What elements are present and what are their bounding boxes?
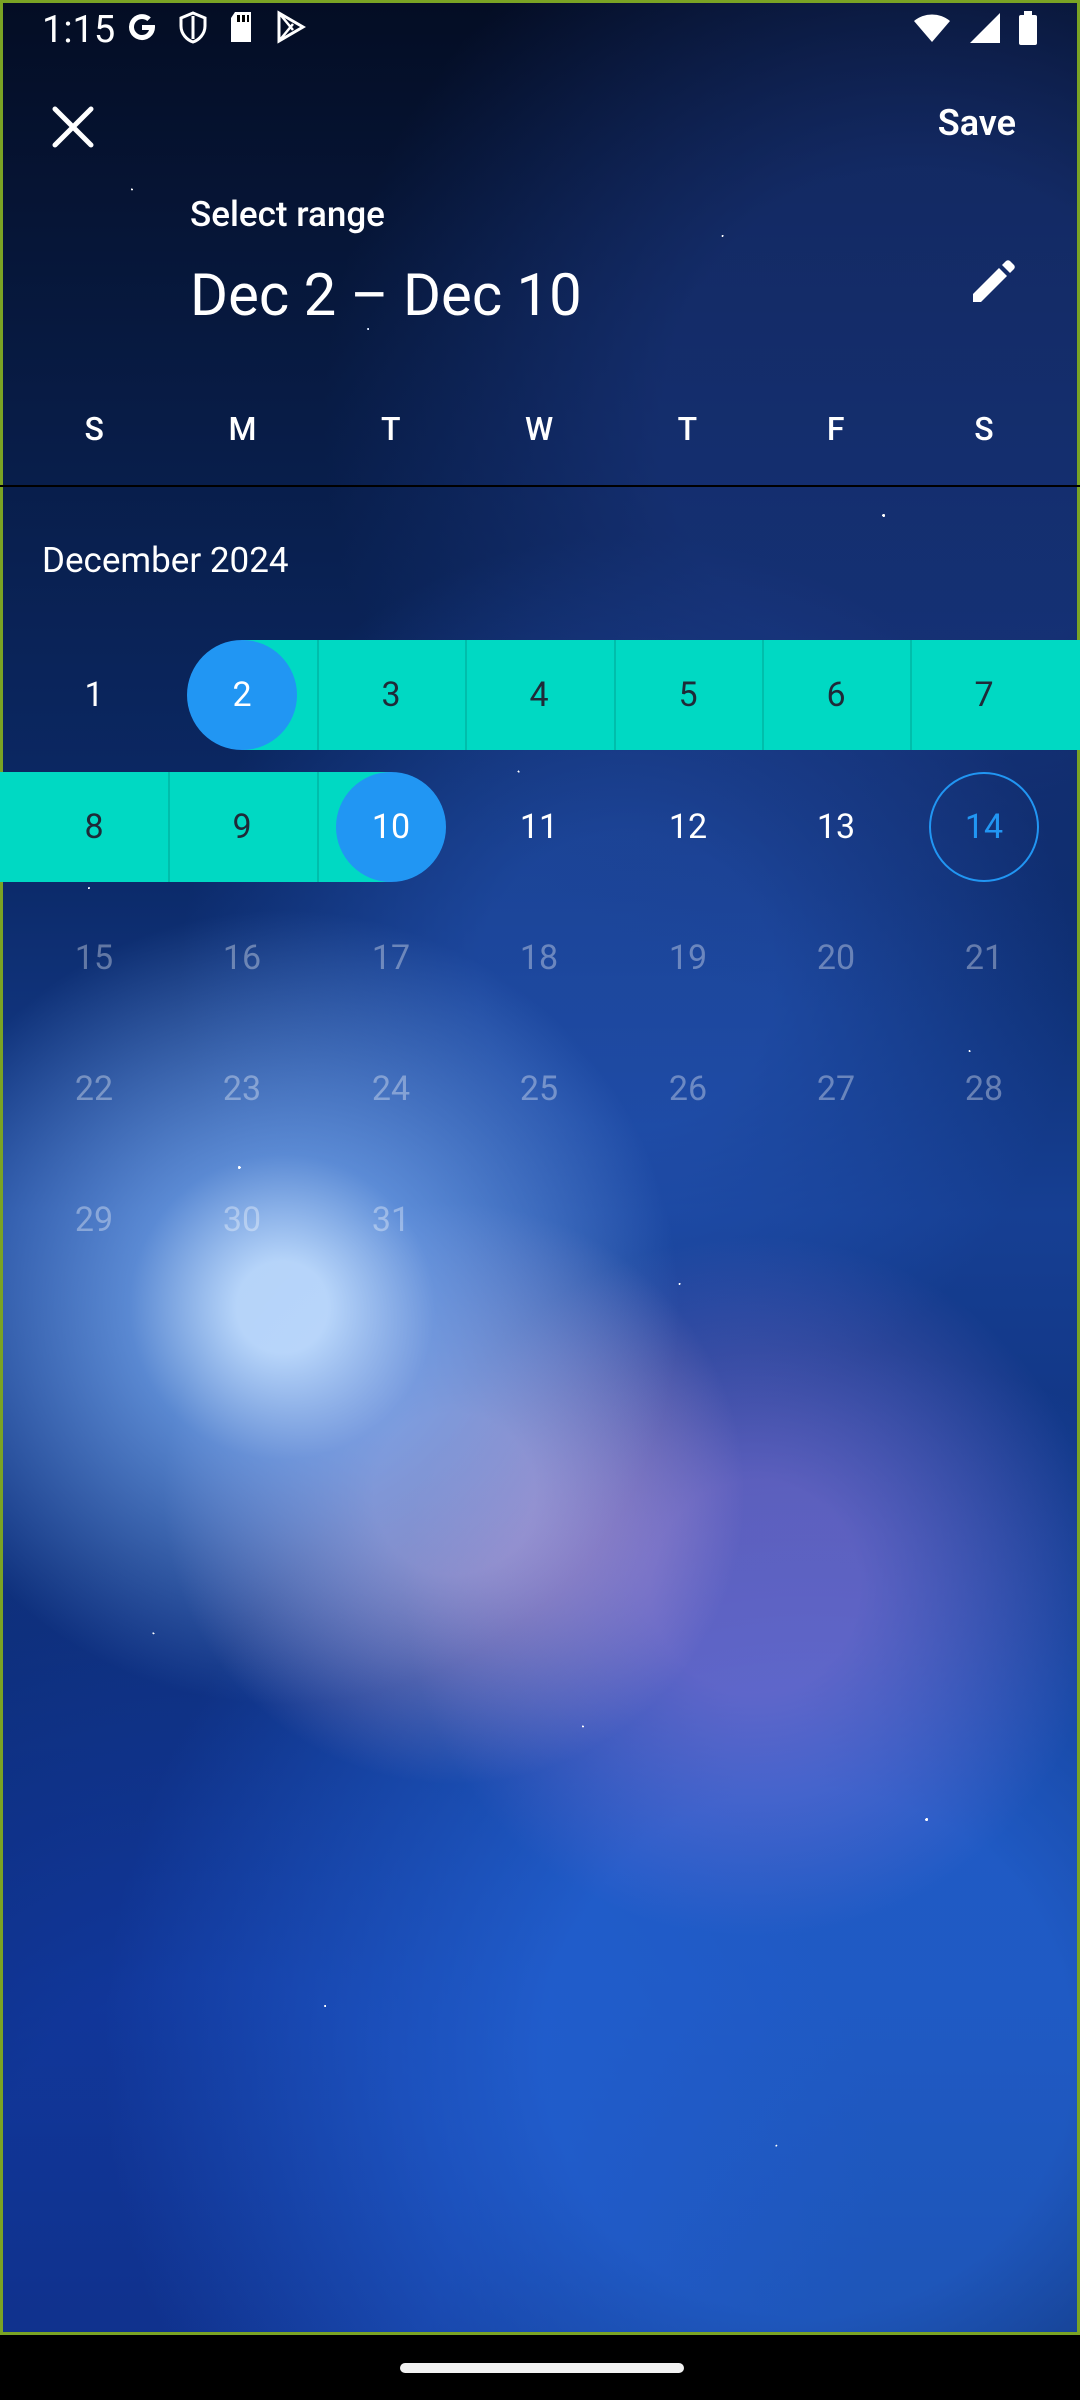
day-in-range[interactable]: 4 bbox=[484, 640, 594, 750]
range-cell-separator bbox=[316, 640, 319, 750]
day-cell[interactable]: 17 bbox=[336, 903, 446, 1013]
day-cell[interactable]: 12 bbox=[633, 772, 743, 882]
day-cell[interactable]: 27 bbox=[781, 1034, 891, 1144]
day-range-end[interactable]: 10 bbox=[336, 772, 446, 882]
day-cell[interactable]: 22 bbox=[39, 1034, 149, 1144]
day-cell[interactable]: 13 bbox=[781, 772, 891, 882]
day-cell[interactable]: 30 bbox=[187, 1165, 297, 1275]
range-cell-separator bbox=[613, 640, 616, 750]
day-cell[interactable]: 11 bbox=[484, 772, 594, 882]
range-cell-separator bbox=[910, 640, 912, 750]
range-cell-separator bbox=[168, 772, 170, 882]
day-cell[interactable]: 25 bbox=[484, 1034, 594, 1144]
range-cell-separator bbox=[465, 640, 467, 750]
day-today[interactable]: 14 bbox=[929, 772, 1039, 882]
calendar-grid: 1 2 3 4 5 6 7 8 9 10 11 12 13 14 15 16 17 18 19 20 21 22 23 24 2… bbox=[0, 0, 1080, 1300]
day-in-range[interactable]: 6 bbox=[781, 640, 891, 750]
navigation-bar bbox=[0, 2335, 1080, 2400]
day-cell[interactable]: 29 bbox=[39, 1165, 149, 1275]
day-in-range[interactable]: 3 bbox=[336, 640, 446, 750]
day-in-range[interactable]: 7 bbox=[929, 640, 1039, 750]
day-range-start[interactable]: 2 bbox=[187, 640, 297, 750]
day-cell[interactable]: 1 bbox=[39, 640, 149, 750]
day-cell[interactable]: 31 bbox=[336, 1165, 446, 1275]
day-cell[interactable]: 19 bbox=[633, 903, 743, 1013]
day-cell[interactable]: 16 bbox=[187, 903, 297, 1013]
day-in-range[interactable]: 9 bbox=[187, 772, 297, 882]
day-cell[interactable]: 18 bbox=[484, 903, 594, 1013]
day-cell[interactable]: 21 bbox=[929, 903, 1039, 1013]
day-in-range[interactable]: 8 bbox=[39, 772, 149, 882]
day-cell[interactable]: 15 bbox=[39, 903, 149, 1013]
day-cell[interactable]: 20 bbox=[781, 903, 891, 1013]
day-cell[interactable]: 23 bbox=[187, 1034, 297, 1144]
range-cell-separator bbox=[316, 772, 319, 882]
day-cell[interactable]: 26 bbox=[633, 1034, 743, 1144]
day-cell[interactable]: 24 bbox=[336, 1034, 446, 1144]
range-cell-separator bbox=[762, 640, 764, 750]
home-gesture-pill[interactable] bbox=[400, 2363, 684, 2373]
day-cell[interactable]: 28 bbox=[929, 1034, 1039, 1144]
day-in-range[interactable]: 5 bbox=[633, 640, 743, 750]
